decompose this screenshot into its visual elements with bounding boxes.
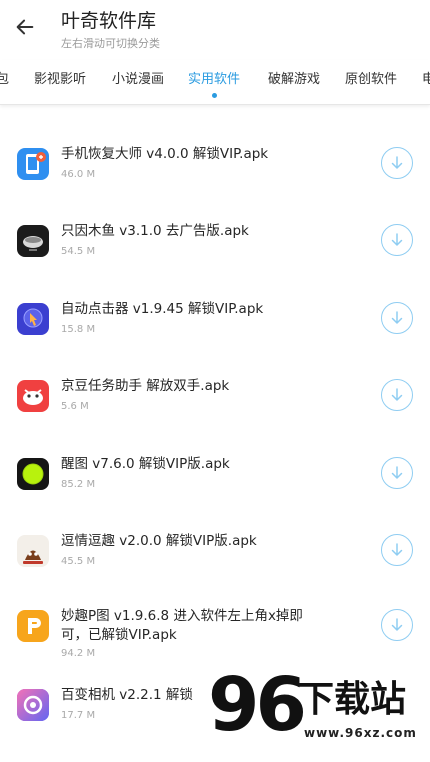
download-button[interactable] [381, 147, 413, 179]
download-button[interactable] [381, 457, 413, 489]
phone-recovery-icon [17, 148, 49, 180]
app-list: 手机恢复大师 v4.0.0 解锁VIP.apk 46.0 M 只因木鱼 v3.1… [0, 105, 430, 750]
download-arrow-icon [391, 156, 403, 169]
auto-clicker-icon [17, 303, 49, 335]
download-arrow-icon [391, 311, 403, 324]
page-title: 叶奇软件库 [61, 10, 157, 32]
download-arrow-icon [391, 543, 403, 556]
app-size: 17.7 M [61, 710, 96, 721]
tab-novel-comic[interactable]: 小说漫画 [112, 68, 164, 87]
list-item[interactable]: 醒图 v7.6.0 解锁VIP版.apk 85.2 M [0, 455, 430, 531]
active-tab-indicator [212, 93, 217, 98]
download-button[interactable] [381, 609, 413, 641]
download-arrow-icon [391, 233, 403, 246]
app-name: 醒图 v7.6.0 解锁VIP版.apk [61, 456, 230, 472]
app-name: 自动点击器 v1.9.45 解锁VIP.apk [61, 301, 264, 317]
miaoqu-ptu-icon [17, 610, 49, 642]
download-button[interactable] [381, 224, 413, 256]
tab-partial-left[interactable]: 包 [0, 68, 9, 87]
list-item[interactable]: 手机恢复大师 v4.0.0 解锁VIP.apk 46.0 M [0, 145, 430, 221]
tab-cracked-games[interactable]: 破解游戏 [268, 68, 320, 87]
tab-original-software[interactable]: 原创软件 [345, 68, 397, 87]
app-name: 京豆任务助手 解放双手.apk [61, 378, 230, 394]
list-item[interactable]: 只因木鱼 v3.1.0 去广告版.apk 54.5 M [0, 222, 430, 298]
app-name: 只因木鱼 v3.1.0 去广告版.apk [61, 223, 249, 239]
app-size: 85.2 M [61, 479, 96, 490]
app-name: 手机恢复大师 v4.0.0 解锁VIP.apk [61, 146, 269, 162]
jd-bean-icon [17, 380, 49, 412]
tab-video[interactable]: 影视影听 [34, 68, 86, 87]
xingtu-icon [17, 458, 49, 490]
download-button[interactable] [381, 302, 413, 334]
app-name: 逗情逗趣 v2.0.0 解锁VIP版.apk [61, 533, 257, 549]
watermark-logo-number: 96 [208, 662, 307, 748]
tab-partial-right[interactable]: 电 [422, 68, 430, 87]
list-item[interactable]: 自动点击器 v1.9.45 解锁VIP.apk 15.8 M [0, 300, 430, 376]
download-arrow-icon [391, 618, 403, 631]
back-button[interactable] [10, 12, 40, 42]
app-size: 15.8 M [61, 324, 96, 335]
douqing-icon [17, 535, 49, 567]
list-item[interactable]: 逗情逗趣 v2.0.0 解锁VIP版.apk 45.5 M [0, 532, 430, 608]
app-header: 叶奇软件库 左右滑动可切换分类 [0, 0, 430, 60]
watermark-url: www.96xz.com [304, 726, 417, 740]
watermark-logo-text: 下载站 [298, 679, 407, 720]
app-name: 妙趣P图 v1.9.6.8 进入软件左上角x掉即可，已解锁VIP.apk [61, 608, 303, 643]
app-size: 94.2 M [61, 648, 96, 659]
site-watermark: 96 下载站 www.96xz.com [208, 662, 430, 750]
page-subtitle: 左右滑动可切换分类 [61, 37, 160, 50]
app-size: 54.5 M [61, 246, 96, 257]
download-arrow-icon [391, 466, 403, 479]
app-size: 45.5 M [61, 556, 96, 567]
wooden-fish-icon [17, 225, 49, 257]
tab-utility-software[interactable]: 实用软件 [188, 68, 240, 87]
download-arrow-icon [391, 388, 403, 401]
download-button[interactable] [381, 379, 413, 411]
app-size: 5.6 M [61, 401, 89, 412]
arrow-left-icon [16, 19, 34, 35]
download-button[interactable] [381, 534, 413, 566]
app-size: 46.0 M [61, 169, 96, 180]
category-tabs: 包 影视影听 小说漫画 实用软件 破解游戏 原创软件 电 [0, 60, 430, 105]
camera-icon [17, 689, 49, 721]
list-item[interactable]: 京豆任务助手 解放双手.apk 5.6 M [0, 377, 430, 453]
